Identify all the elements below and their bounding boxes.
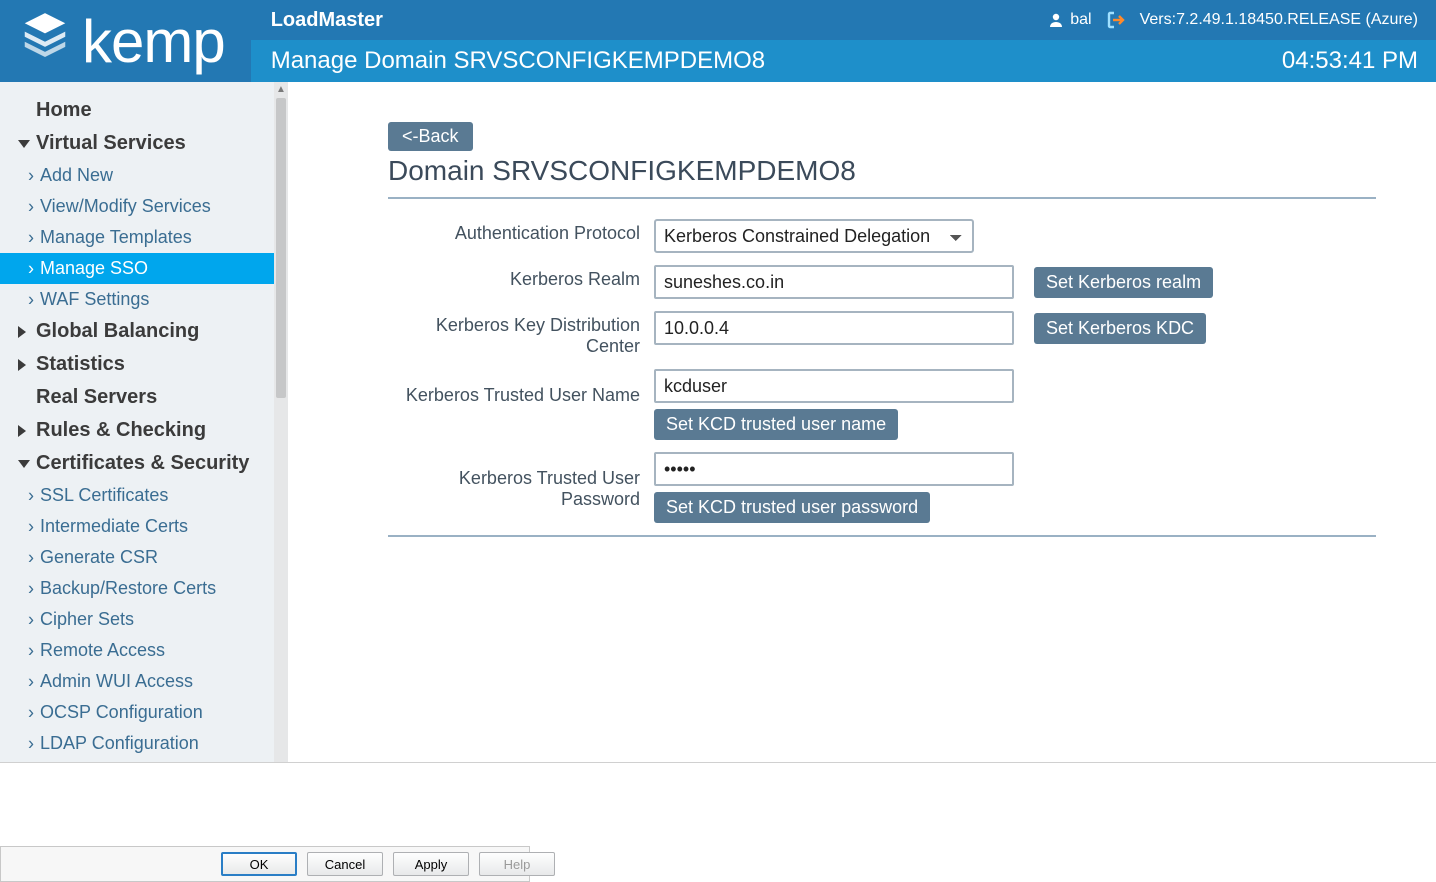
set-realm-button[interactable]: Set Kerberos realm [1034, 267, 1213, 298]
set-kdc-button[interactable]: Set Kerberos KDC [1034, 313, 1206, 344]
scroll-thumb[interactable] [276, 98, 286, 398]
sidebar-item-certificates-security[interactable]: Certificates & Security [0, 447, 274, 480]
logo-icon [18, 7, 72, 76]
sidebar-item-ocsp-configuration[interactable]: OCSP Configuration [0, 697, 274, 728]
sidebar-item-remote-access[interactable]: Remote Access [0, 635, 274, 666]
content-area: <-Back Domain SRVSCONFIGKEMPDEMO8 Authen… [288, 82, 1436, 762]
app-name: LoadMaster [271, 9, 383, 32]
sidebar-item-ldap-configuration[interactable]: LDAP Configuration [0, 728, 274, 759]
page-subtitle: Manage Domain SRVSCONFIGKEMPDEMO8 [271, 47, 765, 75]
top-bar: kemp LoadMaster bal Vers:7 [0, 0, 1436, 82]
scroll-up-icon[interactable]: ▲ [274, 82, 288, 96]
sidebar-item-global-balancing[interactable]: Global Balancing [0, 315, 274, 348]
trusted-user-label: Kerberos Trusted User Name [388, 369, 654, 406]
sidebar-item-rules-checking[interactable]: Rules & Checking [0, 414, 274, 447]
trusted-user-input[interactable] [654, 369, 1014, 403]
ok-button[interactable]: OK [221, 852, 297, 876]
sidebar-item-intermediate-certs[interactable]: Intermediate Certs [0, 511, 274, 542]
sidebar-item-add-new[interactable]: Add New [0, 160, 274, 191]
sidebar-item-manage-sso[interactable]: Manage SSO [0, 253, 274, 284]
sidebar-item-manage-templates[interactable]: Manage Templates [0, 222, 274, 253]
sidebar-item-waf-settings[interactable]: WAF Settings [0, 284, 274, 315]
sidebar-item-statistics[interactable]: Statistics [0, 348, 274, 381]
sidebar-item-virtual-services[interactable]: Virtual Services [0, 127, 274, 160]
auth-protocol-select[interactable]: Kerberos Constrained Delegation [654, 219, 974, 253]
user-name: bal [1070, 11, 1091, 29]
logo-area: kemp [0, 0, 251, 82]
help-button[interactable]: Help [479, 852, 555, 876]
sidebar-item-admin-wui-access[interactable]: Admin WUI Access [0, 666, 274, 697]
clock: 04:53:41 PM [1282, 47, 1418, 75]
kdc-input[interactable] [654, 311, 1014, 345]
realm-label: Kerberos Realm [388, 265, 654, 290]
sidebar-item-real-servers[interactable]: Real Servers [0, 381, 274, 414]
sidebar-item-backup-restore-certs[interactable]: Backup/Restore Certs [0, 573, 274, 604]
sidebar-item-ssl-certificates[interactable]: SSL Certificates [0, 480, 274, 511]
logo-text: kemp [82, 7, 225, 76]
trusted-pw-label: Kerberos Trusted User Password [388, 452, 654, 510]
user-area[interactable]: bal [1048, 11, 1091, 29]
sidebar-item-view-modify-services[interactable]: View/Modify Services [0, 191, 274, 222]
sidebar-scrollbar[interactable]: ▲ [274, 82, 288, 762]
sidebar-item-cipher-sets[interactable]: Cipher Sets [0, 604, 274, 635]
sidebar-nav: HomeVirtual ServicesAdd NewView/Modify S… [0, 82, 274, 762]
realm-input[interactable] [654, 265, 1014, 299]
divider-bottom [388, 535, 1376, 537]
trusted-pw-input[interactable] [654, 452, 1014, 486]
kdc-label: Kerberos Key Distribution Center [388, 311, 654, 357]
logout-icon[interactable] [1106, 10, 1126, 30]
back-button[interactable]: <-Back [388, 122, 473, 151]
version-text: Vers:7.2.49.1.18450.RELEASE (Azure) [1140, 11, 1418, 29]
user-icon [1048, 12, 1064, 28]
sidebar-item-generate-csr[interactable]: Generate CSR [0, 542, 274, 573]
cancel-button[interactable]: Cancel [307, 852, 383, 876]
set-trusted-user-button[interactable]: Set KCD trusted user name [654, 409, 898, 440]
page-title: Domain SRVSCONFIGKEMPDEMO8 [388, 155, 1376, 187]
set-trusted-pw-button[interactable]: Set KCD trusted user password [654, 492, 930, 523]
dialog-bar: OK Cancel Apply Help [0, 762, 1436, 882]
divider [388, 197, 1376, 199]
sidebar-item-home[interactable]: Home [0, 94, 274, 127]
auth-protocol-label: Authentication Protocol [388, 219, 654, 244]
apply-button[interactable]: Apply [393, 852, 469, 876]
